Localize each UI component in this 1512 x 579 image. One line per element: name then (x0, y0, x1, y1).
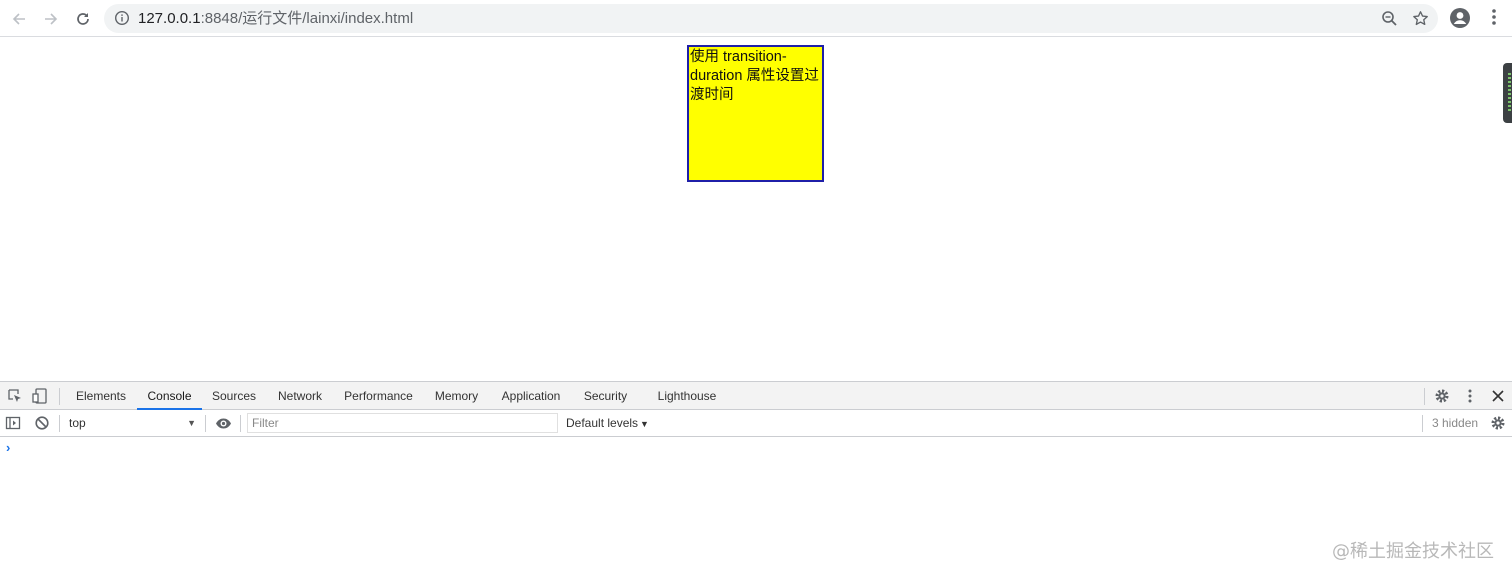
profile-button[interactable] (1449, 7, 1473, 31)
log-levels-dropdown[interactable]: Default levels ▼ (566, 414, 649, 434)
gear-icon (1435, 389, 1449, 403)
eye-icon (215, 418, 231, 428)
devtools-panel: Elements Console Sources Network Perform… (0, 381, 1512, 579)
star-icon[interactable] (1412, 10, 1429, 27)
clear-icon (35, 416, 49, 430)
console-toolbar: top ▼ Default levels▼ 3 hidden (0, 410, 1512, 437)
show-sidebar-button[interactable] (4, 414, 22, 432)
account-icon (1450, 8, 1470, 28)
console-filter-input[interactable] (247, 413, 558, 433)
tab-security[interactable]: Security (578, 382, 633, 410)
tab-network[interactable]: Network (271, 382, 329, 410)
tab-elements[interactable]: Elements (70, 382, 132, 410)
arrow-right-icon (45, 13, 58, 25)
toolbar-divider (205, 415, 206, 432)
kebab-menu-icon (1492, 9, 1496, 25)
devtools-tabbar: Elements Console Sources Network Perform… (0, 382, 1512, 410)
device-toolbar-button[interactable] (31, 387, 49, 405)
context-selector[interactable]: top ▼ (64, 414, 200, 433)
grip-icon (1508, 73, 1511, 113)
toolbar-divider (59, 415, 60, 432)
device-icon (32, 388, 47, 404)
address-bar[interactable]: 127.0.0.1:8848/运行文件/lainxi/index.html (104, 4, 1438, 33)
forward-button[interactable] (39, 7, 63, 31)
browser-menu-button[interactable] (1484, 7, 1508, 31)
devtools-close-button[interactable] (1489, 387, 1507, 405)
arrow-left-icon (12, 13, 25, 25)
dropdown-arrow-icon: ▼ (187, 418, 196, 428)
demo-box-text: 使用 transition-duration 属性设置过渡时间 (690, 49, 819, 103)
toolbar-divider (59, 388, 60, 405)
devtools-settings-button[interactable] (1433, 387, 1451, 405)
url-text[interactable]: 127.0.0.1:8848/运行文件/lainxi/index.html (138, 10, 413, 27)
gear-icon (1491, 416, 1505, 430)
page-viewport: 使用 transition-duration 属性设置过渡时间 (0, 38, 1512, 381)
toolbar-divider (240, 415, 241, 432)
close-icon (1492, 390, 1504, 402)
tab-application[interactable]: Application (494, 382, 568, 410)
back-button[interactable] (7, 7, 31, 31)
tab-memory[interactable]: Memory (428, 382, 485, 410)
inspect-cursor-icon (8, 389, 21, 402)
url-path: :8848/运行文件/lainxi/index.html (200, 10, 414, 27)
tab-performance[interactable]: Performance (339, 382, 418, 410)
clear-console-button[interactable] (33, 414, 51, 432)
log-levels-label: Default levels (566, 416, 639, 430)
console-prompt[interactable]: › (6, 440, 10, 455)
devtools-menu-button[interactable] (1461, 387, 1479, 405)
watermark: @稀土掘金技术社区 (1332, 541, 1494, 562)
transition-demo-box[interactable]: 使用 transition-duration 属性设置过渡时间 (687, 45, 824, 182)
inspect-element-button[interactable] (6, 387, 24, 405)
live-expression-button[interactable] (214, 414, 232, 432)
console-settings-button[interactable] (1489, 414, 1507, 432)
toolbar-divider (1424, 388, 1425, 405)
dropdown-arrow-icon: ▼ (640, 419, 649, 429)
browser-toolbar: 127.0.0.1:8848/运行文件/lainxi/index.html (0, 0, 1512, 37)
reload-icon (77, 13, 89, 25)
reload-button[interactable] (71, 7, 95, 31)
kebab-menu-icon (1468, 389, 1472, 403)
tab-console[interactable]: Console (137, 382, 202, 410)
zoom-icon[interactable] (1381, 10, 1398, 27)
sidebar-icon (5, 416, 21, 430)
hidden-messages-count[interactable]: 3 hidden (1432, 414, 1478, 433)
toolbar-divider (1422, 415, 1423, 432)
tab-sources[interactable]: Sources (206, 382, 262, 410)
url-host: 127.0.0.1 (138, 10, 201, 27)
side-panel-handle[interactable] (1503, 63, 1512, 123)
tab-lighthouse[interactable]: Lighthouse (650, 382, 724, 410)
info-icon[interactable] (114, 10, 130, 26)
context-value: top (69, 416, 86, 430)
